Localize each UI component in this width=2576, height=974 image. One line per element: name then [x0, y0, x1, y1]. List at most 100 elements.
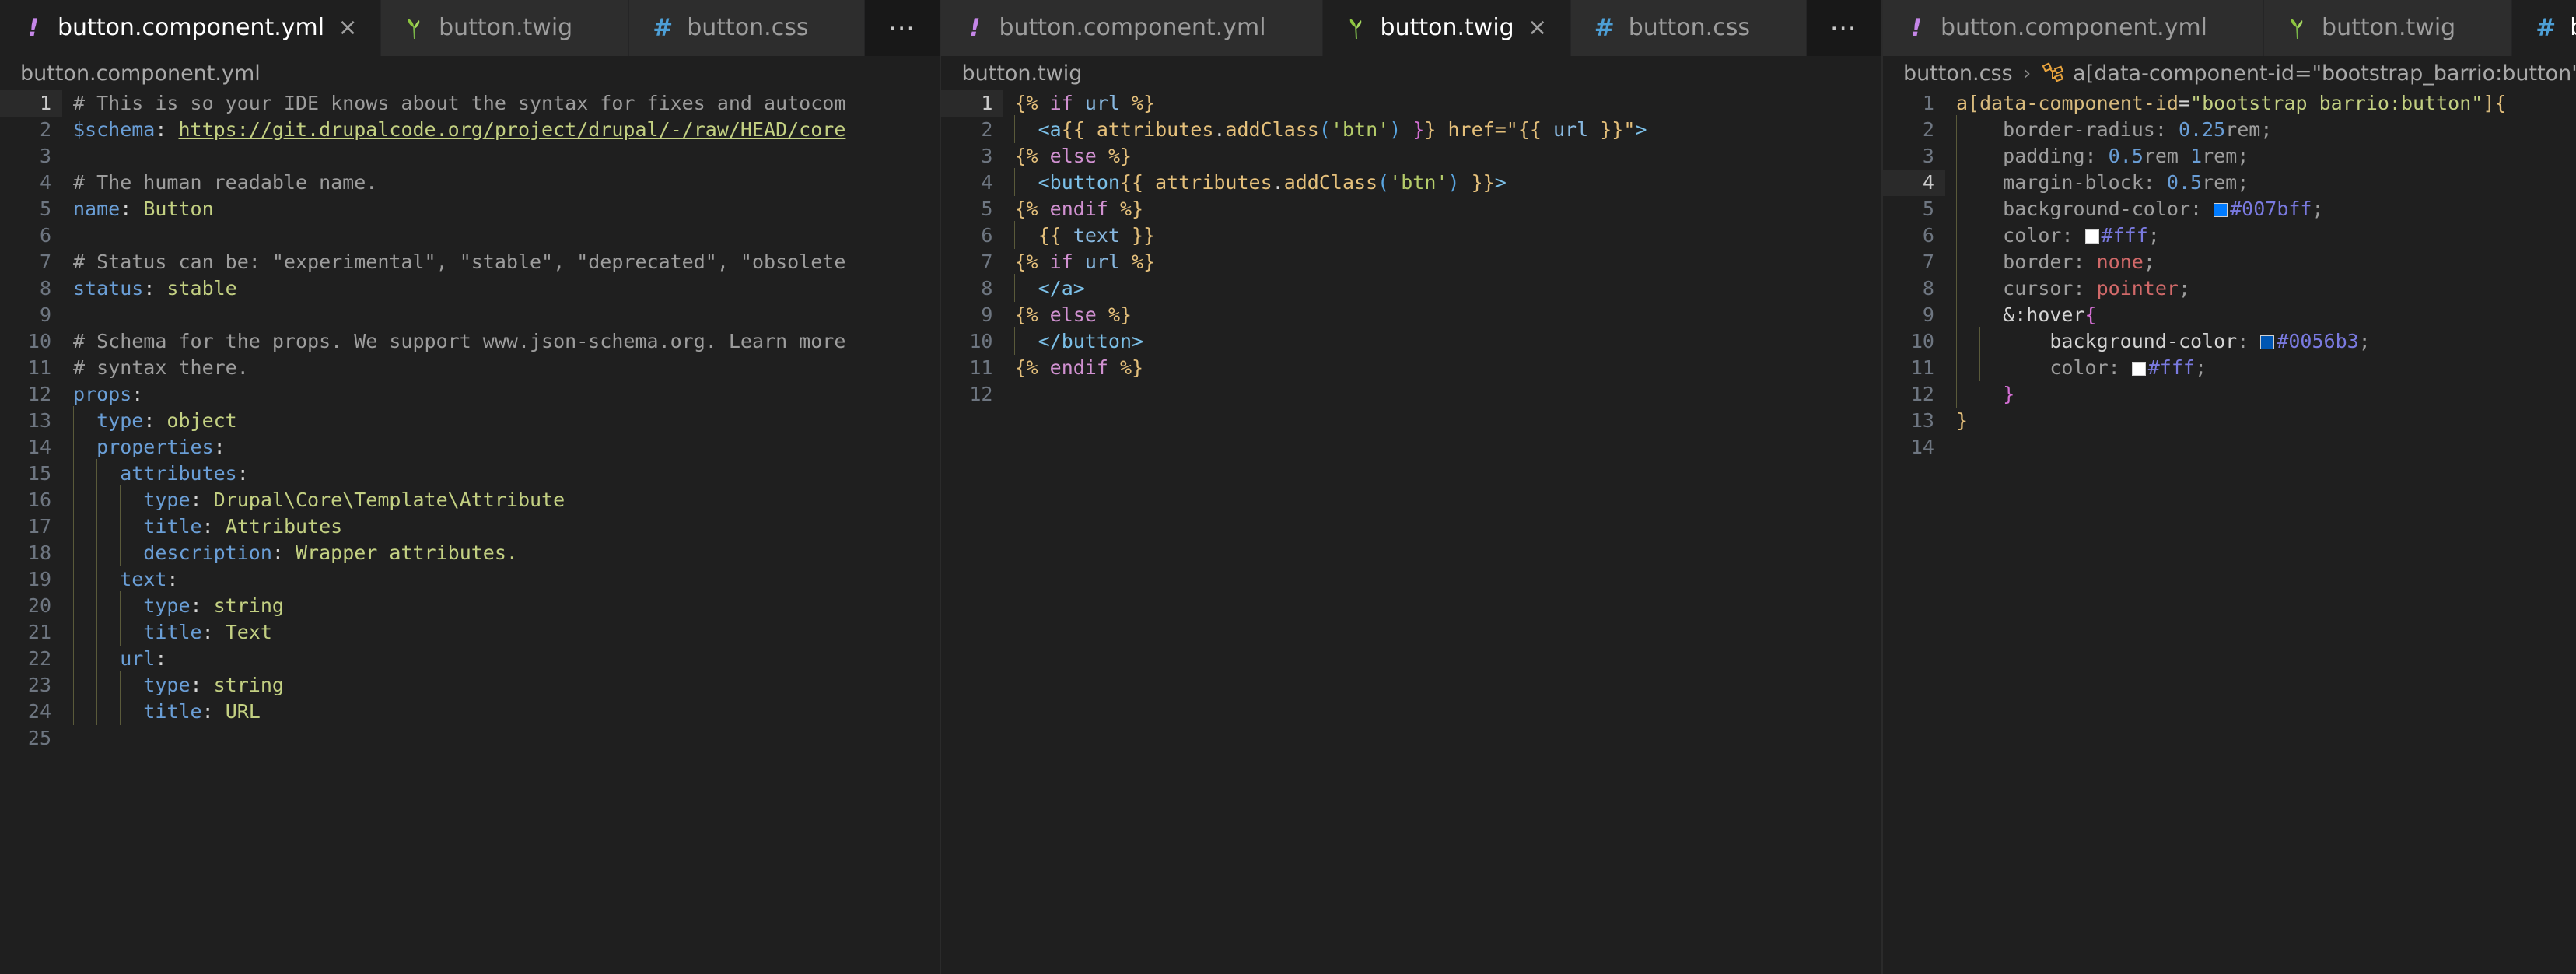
- code-token: props: [73, 383, 132, 405]
- code-token: color: [1955, 224, 2062, 247]
- code-line[interactable]: 3 {% else %}: [941, 143, 1881, 170]
- tab-close-icon[interactable]: ×: [1527, 16, 1549, 40]
- code-editor[interactable]: 1 a[data-component-id="bootstrap_barrio:b…: [1882, 90, 2576, 974]
- code-line[interactable]: 22 url:: [0, 644, 940, 672]
- tab-button-twig[interactable]: button.twig×: [2264, 0, 2513, 56]
- breadcrumb-segment[interactable]: button.twig: [961, 61, 1082, 86]
- code-editor[interactable]: 1 {% if url %} 2 <a{{ attributes.addClass(…: [941, 90, 1881, 974]
- breadcrumb-segment[interactable]: a[data-component-id="bootstrap_barrio:bu…: [2073, 61, 2576, 86]
- code-token: :: [201, 515, 226, 538]
- tab-button-twig[interactable]: button.twig×: [1322, 0, 1571, 56]
- code-line[interactable]: 25: [0, 725, 940, 752]
- tab-close-icon[interactable]: ×: [337, 16, 359, 40]
- indent-guide: [1955, 247, 1957, 275]
- code-line[interactable]: 9: [0, 302, 940, 328]
- line-number: 20: [27, 594, 51, 617]
- code-line[interactable]: 2 <a{{ attributes.addClass('btn') }} hre…: [941, 115, 1881, 143]
- tab-overflow-button[interactable]: ⋯: [865, 0, 940, 56]
- line-text: border-radius: 0.25rem;: [1945, 115, 2576, 143]
- code-line[interactable]: 6 {{ text }}: [941, 221, 1881, 249]
- code-line[interactable]: 14 properties:: [0, 433, 940, 461]
- code-line[interactable]: 1 a[data-component-id="bootstrap_barrio:b…: [1883, 90, 2576, 117]
- code-line[interactable]: 9 &:hover{: [1883, 300, 2576, 328]
- code-line[interactable]: 9 {% else %}: [941, 302, 1881, 328]
- code-line[interactable]: 11 color: #fff;: [1883, 353, 2576, 381]
- code-line[interactable]: 6: [0, 222, 940, 249]
- code-token: Attributes: [225, 515, 343, 538]
- code-line[interactable]: 7 border: none;: [1883, 247, 2576, 275]
- code-line[interactable]: 2 $schema: https://git.drupalcode.org/pro…: [0, 117, 940, 143]
- code-line[interactable]: 20 type: string: [0, 591, 940, 619]
- code-token: {{: [1517, 118, 1542, 141]
- code-line[interactable]: 23 type: string: [0, 671, 940, 699]
- code-line[interactable]: 24 title: URL: [0, 697, 940, 725]
- line-text: # The human readable name.: [62, 170, 940, 196]
- indent-guide: [1979, 353, 1980, 381]
- code-line[interactable]: 15 attributes:: [0, 459, 940, 487]
- code-line[interactable]: 1 {% if url %}: [941, 90, 1881, 117]
- code-line[interactable]: 10 # Schema for the props. We support www…: [0, 328, 940, 355]
- line-number: 19: [27, 568, 51, 590]
- code-line[interactable]: 12: [941, 381, 1881, 408]
- code-line[interactable]: 8 status: stable: [0, 275, 940, 302]
- tab-button-css[interactable]: #button.css×: [1570, 0, 1807, 56]
- code-line[interactable]: 10 </button>: [941, 327, 1881, 355]
- code-line[interactable]: 21 title: Text: [0, 618, 940, 646]
- code-token: :: [120, 198, 144, 220]
- code-line[interactable]: 5 name: Button: [0, 196, 940, 222]
- code-token: $schema: [73, 118, 156, 141]
- code-token: </button>: [1038, 330, 1144, 352]
- code-line[interactable]: 7 {% if url %}: [941, 249, 1881, 275]
- tab-button-css[interactable]: #button.css×: [2512, 0, 2576, 56]
- line-text: status: stable: [62, 275, 940, 302]
- tab-overflow-button[interactable]: ⋯: [1806, 0, 1881, 56]
- code-line[interactable]: 6 color: #fff;: [1883, 221, 2576, 249]
- color-swatch: [2084, 229, 2099, 243]
- tab-button-component-yml[interactable]: !button.component.yml×: [0, 0, 382, 56]
- code-token: %}: [1119, 356, 1144, 379]
- code-line[interactable]: 2 border-radius: 0.25rem;: [1883, 115, 2576, 143]
- code-token: ": [1623, 118, 1636, 141]
- line-text: }: [1945, 408, 2576, 434]
- code-line[interactable]: 11 {% endif %}: [941, 355, 1881, 381]
- code-line[interactable]: 5 {% endif %}: [941, 196, 1881, 222]
- code-line[interactable]: 12 props:: [0, 381, 940, 408]
- indent-guide: [1955, 142, 1957, 170]
- code-area: 1 # This is so your IDE knows about the s…: [0, 90, 940, 752]
- code-line[interactable]: 5 background-color: #007bff;: [1883, 194, 2576, 222]
- code-line[interactable]: 11 # syntax there.: [0, 355, 940, 381]
- code-line[interactable]: 7 # Status can be: "experimental", "stabl…: [0, 249, 940, 275]
- code-editor[interactable]: 1 # This is so your IDE knows about the s…: [0, 90, 940, 974]
- code-line[interactable]: 14: [1883, 434, 2576, 461]
- code-line[interactable]: 3 padding: 0.5rem 1rem;: [1883, 142, 2576, 170]
- code-line[interactable]: 17 title: Attributes: [0, 512, 940, 540]
- code-line[interactable]: 8 cursor: pointer;: [1883, 274, 2576, 302]
- code-line[interactable]: 4 <button{{ attributes.addClass('btn') }…: [941, 168, 1881, 196]
- code-line[interactable]: 13 type: object: [0, 406, 940, 434]
- code-line[interactable]: 1 # This is so your IDE knows about the s…: [0, 90, 940, 117]
- tab-button-twig[interactable]: button.twig×: [381, 0, 630, 56]
- code-line[interactable]: 3: [0, 143, 940, 170]
- code-line[interactable]: 16 type: Drupal\Core\Template\Attribute: [0, 485, 940, 513]
- tab-button-component-yml[interactable]: !button.component.yml×: [941, 0, 1323, 56]
- code-line[interactable]: 8 </a>: [941, 274, 1881, 302]
- code-token: https://git.drupalcode.org/project/drupa…: [178, 118, 846, 141]
- code-line[interactable]: 13}: [1883, 408, 2576, 434]
- tab-button-css[interactable]: #button.css×: [629, 0, 866, 56]
- code-line[interactable]: 4 margin-block: 0.5rem;: [1882, 168, 2576, 196]
- code-line[interactable]: 10 background-color: #0056b3;: [1883, 327, 2576, 355]
- code-line[interactable]: 19 text:: [0, 565, 940, 593]
- code-line[interactable]: 12 }: [1883, 380, 2576, 408]
- breadcrumb-segment[interactable]: button.css: [1903, 61, 2013, 86]
- code-token: # This is so your IDE knows about the sy…: [73, 92, 846, 114]
- breadcrumb-segment[interactable]: button.component.yml: [20, 61, 261, 86]
- tab-button-component-yml[interactable]: !button.component.yml×: [1882, 0, 2265, 56]
- line-number: 10: [1910, 330, 1934, 352]
- indent-guide: [73, 591, 74, 619]
- line-text: cursor: pointer;: [1945, 274, 2576, 302]
- code-line[interactable]: 18 description: Wrapper attributes.: [0, 538, 940, 566]
- code-token: object: [166, 409, 237, 432]
- code-line[interactable]: 4 # The human readable name.: [0, 170, 940, 196]
